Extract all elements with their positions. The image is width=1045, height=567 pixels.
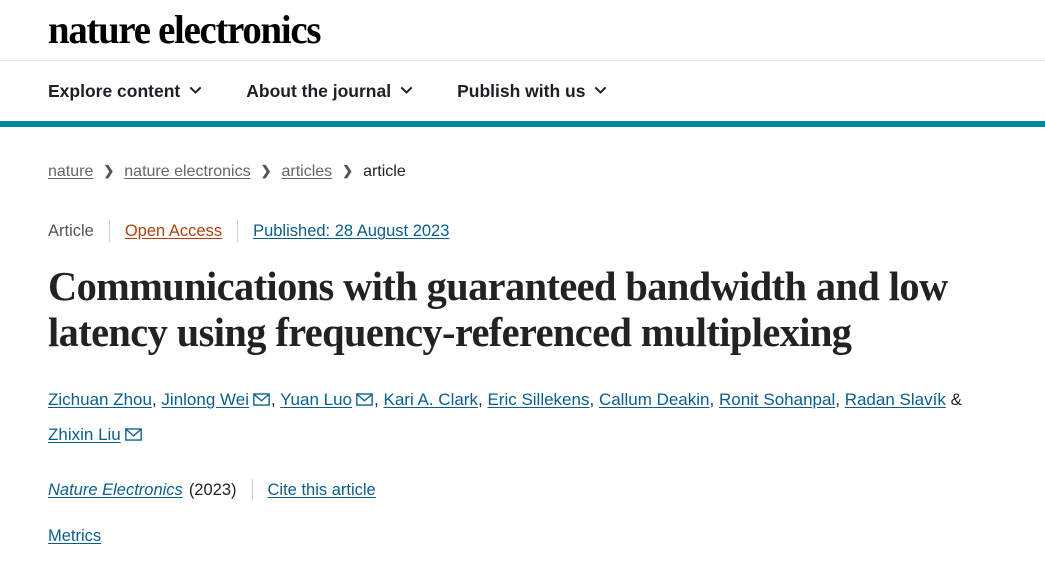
author-separator: , [835, 390, 840, 410]
author-separator: , [709, 390, 715, 410]
author-list: Zichuan Zhou, Jinlong Wei, Yuan Luo, Kar… [48, 382, 978, 452]
author-separator: , [589, 390, 595, 410]
author-link-jinlong-wei[interactable]: Jinlong Wei [161, 390, 249, 409]
publication-year: (2023) [188, 481, 237, 500]
nav-item-publish-with-us[interactable]: Publish with us [457, 81, 607, 102]
breadcrumb-item-nature[interactable]: nature [48, 163, 93, 181]
chevron-down-icon [189, 84, 202, 97]
author-separator: , [151, 390, 157, 410]
metrics-row: Metrics [48, 527, 997, 546]
author-separator: , [374, 390, 379, 410]
breadcrumb-separator-icon: ❯ [342, 163, 354, 178]
open-access-link[interactable]: Open Access [125, 221, 222, 241]
author-link-radan-slavik[interactable]: Radan Slavík [845, 390, 946, 409]
envelope-icon[interactable] [253, 393, 270, 407]
article-header-content: nature ❯ nature electronics ❯ articles ❯… [0, 127, 1045, 546]
nav-item-label: Publish with us [457, 80, 586, 101]
site-masthead: nature electronics [0, 0, 1045, 61]
nav-item-about-the-journal[interactable]: About the journal [246, 81, 413, 102]
main-navigation: Explore content About the journal Publis… [0, 61, 1045, 127]
author-link-zichuan-zhou[interactable]: Zichuan Zhou [48, 390, 152, 409]
author-separator: , [271, 390, 276, 410]
envelope-icon[interactable] [124, 428, 142, 442]
cite-this-article-link[interactable]: Cite this article [268, 479, 376, 501]
breadcrumb: nature ❯ nature electronics ❯ articles ❯… [48, 127, 997, 181]
nav-item-label: Explore content [48, 80, 181, 101]
author-ampersand: & [950, 390, 962, 410]
author-link-kari-a-clark[interactable]: Kari A. Clark [383, 390, 477, 409]
breadcrumb-item-article: article [363, 163, 406, 180]
journal-logo[interactable]: nature electronics [48, 10, 321, 50]
breadcrumb-separator-icon: ❯ [103, 163, 115, 178]
nav-item-label: About the journal [246, 80, 392, 101]
article-title: Communications with guaranteed bandwidth… [48, 263, 948, 355]
citation-line: Nature Electronics (2023) Cite this arti… [48, 479, 997, 502]
envelope-icon[interactable] [356, 393, 373, 407]
nav-item-explore-content[interactable]: Explore content [48, 81, 202, 102]
journal-name-link[interactable]: Nature Electronics [48, 479, 183, 501]
author-separator: , [477, 390, 483, 410]
author-link-yuan-luo[interactable]: Yuan Luo [280, 390, 352, 409]
author-link-zhixin-liu[interactable]: Zhixin Liu [48, 425, 121, 444]
meta-divider [237, 220, 239, 242]
author-link-callum-deakin[interactable]: Callum Deakin [599, 390, 710, 409]
breadcrumb-item-articles[interactable]: articles [281, 163, 332, 181]
breadcrumb-separator-icon: ❯ [260, 163, 272, 178]
chevron-down-icon [594, 84, 607, 97]
metrics-link[interactable]: Metrics [48, 527, 101, 545]
meta-divider [108, 220, 110, 242]
author-link-ronit-sohanpal[interactable]: Ronit Sohanpal [719, 390, 835, 409]
author-link-eric-sillekens[interactable]: Eric Sillekens [487, 390, 589, 409]
breadcrumb-item-nature-electronics[interactable]: nature electronics [124, 163, 250, 181]
article-type-label: Article [48, 222, 94, 240]
published-date-link[interactable]: Published: 28 August 2023 [253, 221, 449, 241]
article-meta-bar: Article Open Access Published: 28 August… [48, 220, 997, 242]
chevron-down-icon [400, 84, 413, 97]
citation-divider [251, 479, 253, 502]
